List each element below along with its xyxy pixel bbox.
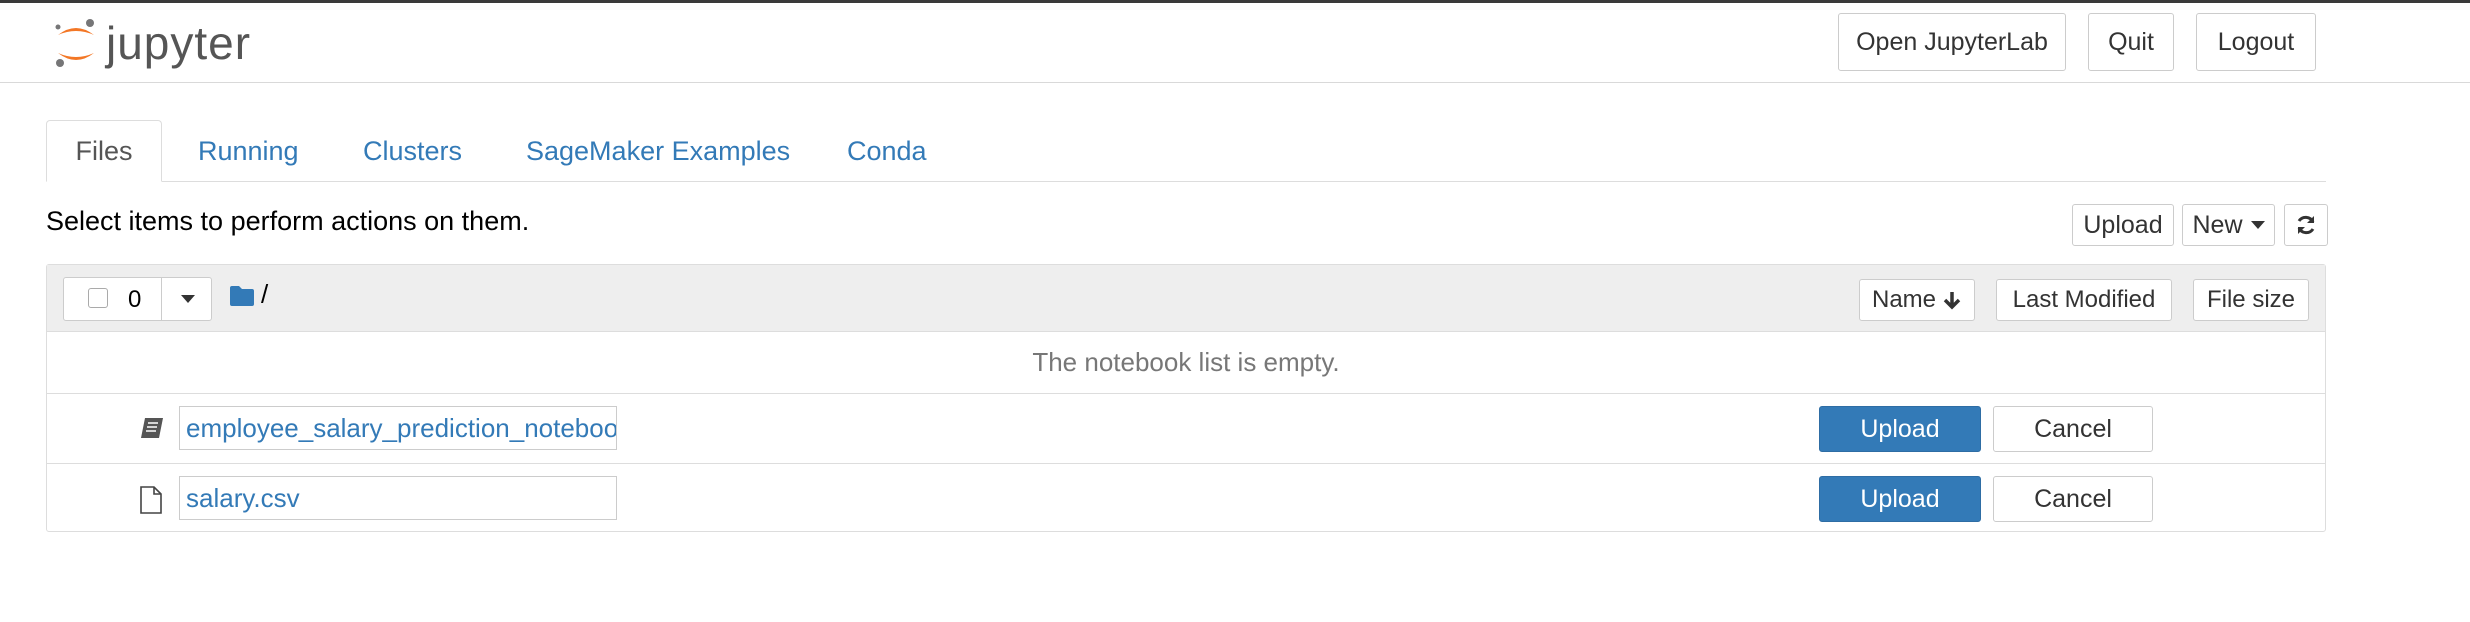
select-all-checkbox[interactable]	[88, 288, 108, 308]
tab-clusters[interactable]: Clusters	[363, 120, 462, 182]
jupyter-logo[interactable]: jupyter	[52, 13, 251, 73]
quit-button[interactable]: Quit	[2088, 13, 2174, 71]
upload-filename-input[interactable]: employee_salary_prediction_notebook.ipyn…	[179, 406, 617, 450]
upload-file-button[interactable]: Upload	[1819, 476, 1981, 522]
logout-button[interactable]: Logout	[2196, 13, 2316, 71]
file-icon	[140, 486, 162, 514]
arrow-down-icon	[1943, 292, 1961, 310]
upload-file-button[interactable]: Upload	[1819, 406, 1981, 452]
tab-sagemaker-examples[interactable]: SageMaker Examples	[526, 120, 790, 182]
logo-text: jupyter	[106, 17, 252, 69]
select-dropdown-button[interactable]	[161, 278, 213, 320]
select-all-control: 0	[63, 277, 212, 321]
upload-button[interactable]: Upload	[2072, 204, 2174, 246]
cancel-upload-button[interactable]: Cancel	[1993, 406, 2153, 452]
file-list: 0 / Name Last Modified File size The not…	[46, 264, 2326, 532]
sort-name-button[interactable]: Name	[1859, 279, 1975, 321]
sort-name-label: Name	[1871, 286, 1937, 313]
sort-file-size-button[interactable]: File size	[2193, 279, 2309, 321]
empty-list-message: The notebook list is empty.	[47, 332, 2325, 394]
header: jupyter Open JupyterLab Quit Logout	[0, 3, 2470, 83]
tab-running[interactable]: Running	[198, 120, 299, 182]
file-list-header: 0 / Name Last Modified File size	[47, 265, 2325, 332]
tab-files[interactable]: Files	[46, 120, 162, 182]
caret-down-icon	[180, 295, 195, 303]
new-dropdown-button[interactable]: New	[2182, 204, 2275, 246]
tab-bar: Files Running Clusters SageMaker Example…	[46, 120, 2326, 182]
refresh-icon	[2297, 215, 2315, 235]
new-label: New	[2192, 210, 2243, 239]
open-jupyterlab-button[interactable]: Open JupyterLab	[1838, 13, 2066, 71]
caret-down-icon	[2250, 221, 2265, 229]
sort-last-modified-button[interactable]: Last Modified	[1996, 279, 2172, 321]
jupyter-logo-icon	[55, 19, 94, 67]
folder-icon[interactable]	[229, 285, 255, 307]
pending-upload-row: salary.csv Upload Cancel	[47, 464, 2325, 534]
selected-count: 0	[128, 286, 142, 313]
tab-conda[interactable]: Conda	[847, 120, 927, 182]
pending-upload-row: employee_salary_prediction_notebook.ipyn…	[47, 394, 2325, 464]
upload-filename-input[interactable]: salary.csv	[179, 476, 617, 520]
cancel-upload-button[interactable]: Cancel	[1993, 476, 2153, 522]
notebook-icon	[141, 418, 163, 438]
instruction-text: Select items to perform actions on them.	[46, 206, 530, 236]
breadcrumb-path[interactable]: /	[261, 279, 268, 310]
refresh-button[interactable]	[2284, 204, 2328, 246]
